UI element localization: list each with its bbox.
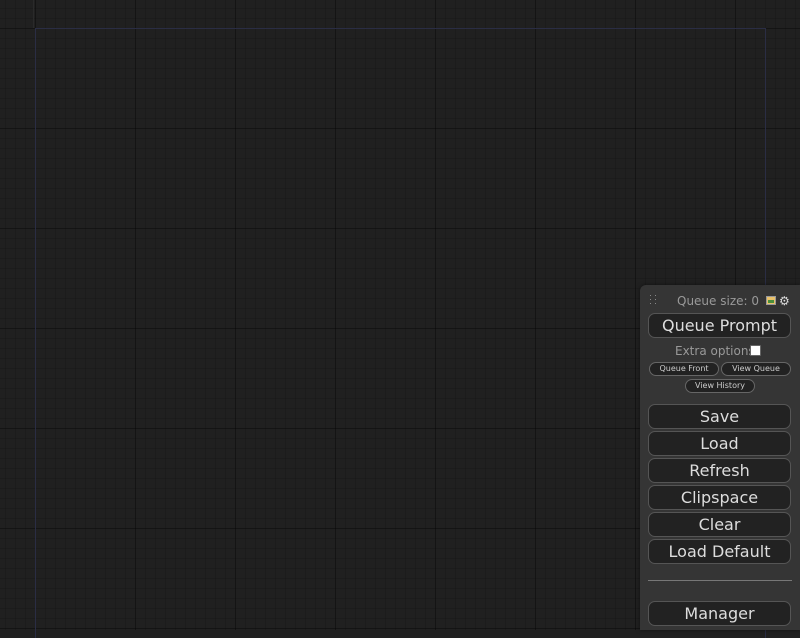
refresh-button[interactable]: Refresh xyxy=(648,458,791,483)
image-icon[interactable] xyxy=(766,296,776,305)
clipspace-button[interactable]: Clipspace xyxy=(648,485,791,510)
queue-size-label: Queue size: 0 xyxy=(677,294,759,308)
view-history-button[interactable]: View History xyxy=(685,379,755,393)
save-button[interactable]: Save xyxy=(648,404,791,429)
menu-divider xyxy=(648,580,792,581)
comfy-menu: Queue size: 0 ⚙ Queue Prompt Extra optio… xyxy=(640,285,800,630)
view-queue-button[interactable]: View Queue xyxy=(721,362,791,376)
gear-icon[interactable]: ⚙ xyxy=(779,293,790,309)
queue-prompt-button[interactable]: Queue Prompt xyxy=(648,313,791,338)
load-button[interactable]: Load xyxy=(648,431,791,456)
manager-button[interactable]: Manager xyxy=(648,601,791,626)
canvas-divider xyxy=(33,0,34,28)
extra-options-label: Extra options xyxy=(675,344,755,358)
extra-options-row: Extra options xyxy=(640,343,800,359)
load-default-button[interactable]: Load Default xyxy=(648,539,791,564)
extra-options-checkbox[interactable] xyxy=(750,345,761,356)
queue-size-row: Queue size: 0 ⚙ xyxy=(640,293,800,309)
queue-front-button[interactable]: Queue Front xyxy=(649,362,719,376)
clear-button[interactable]: Clear xyxy=(648,512,791,537)
